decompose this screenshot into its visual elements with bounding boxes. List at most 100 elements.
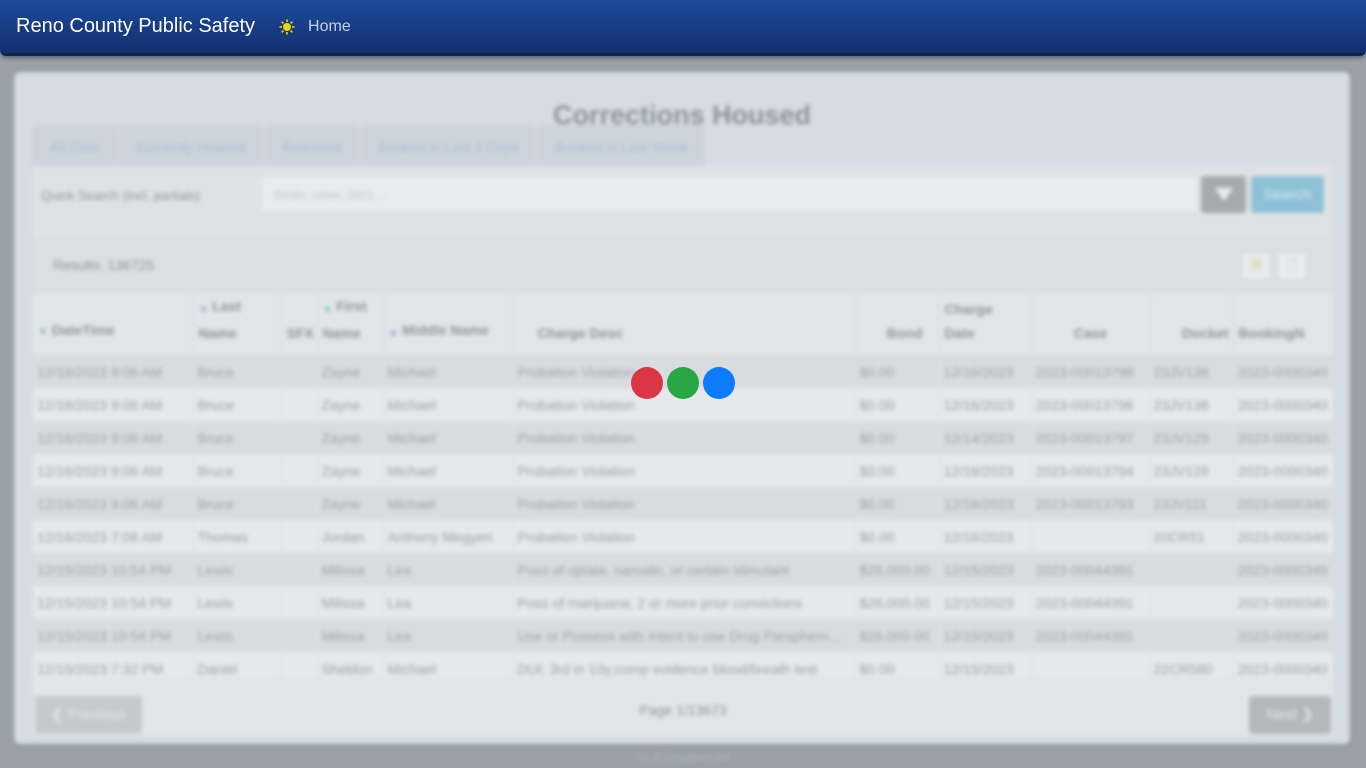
table-cell: Bruce	[193, 388, 282, 421]
table-cell: 12/16/2023	[939, 388, 1032, 421]
table-cell: Zayne	[317, 454, 384, 487]
col-header-first-name[interactable]: ▲ First Name	[317, 294, 384, 355]
table-cell: 23JV136	[1149, 388, 1234, 421]
table-cell: 12/15/2023	[939, 553, 1032, 586]
sort-asc-icon: ▲	[388, 327, 399, 338]
table-row[interactable]: 12/16/2023 7:08 AM Thomas Jordan Anthony Me…	[33, 520, 1333, 553]
table-cell	[281, 355, 318, 388]
table-row[interactable]: 12/15/2023 7:32 PM Daniel Sheldon Michael DU…	[33, 652, 1333, 678]
tab-booked-last-week[interactable]: Booked in Last Week	[538, 126, 705, 166]
table-cell: Lewis	[193, 553, 282, 586]
table-cell: 2023-00013797	[1031, 421, 1150, 454]
table-cell: Zayne	[317, 355, 384, 388]
table-cell: $0.00	[855, 421, 940, 454]
table-cell: Lewis	[193, 619, 282, 652]
tab-content: Quick Search (incl. partials) Smith, ssh…	[33, 166, 1333, 736]
table-row[interactable]: 12/16/2023 9:06 AM Bruce Zayne Michael Proba…	[33, 421, 1333, 454]
table-cell: 2023-0000340	[1233, 586, 1333, 619]
search-button[interactable]: Search	[1251, 176, 1324, 213]
chevron-right-icon: ❯	[1301, 706, 1314, 723]
sort-asc-icon: ▲	[198, 303, 209, 314]
table-cell: 12/16/2023 9:06 AM	[33, 421, 194, 454]
table-cell: 2023-00013793	[1031, 487, 1150, 520]
table-cell: 12/16/2023	[939, 355, 1032, 388]
col-header-datetime[interactable]: ▼ DateTime	[33, 294, 194, 355]
col-header-booking-number[interactable]: BookingN	[1233, 294, 1333, 355]
quick-search-row: Quick Search (incl. partials) Smith, ssh…	[33, 166, 1333, 238]
table-cell: Michael	[383, 355, 514, 388]
table-cell: $26,000.00	[855, 586, 940, 619]
table-cell: Sheldon	[317, 652, 384, 678]
table-cell: Michael	[383, 388, 514, 421]
col-header-sfx[interactable]: SFX	[281, 294, 318, 355]
table-cell: 2023-0000340	[1233, 553, 1333, 586]
col-header-charge-desc[interactable]: Charge Desc	[513, 294, 856, 355]
table-cell: Use or Possess with Intent to use Drug P…	[513, 619, 856, 652]
quick-search-label: Quick Search (incl. partials)	[41, 188, 200, 203]
table-cell: $0.00	[855, 520, 940, 553]
filter-button[interactable]	[1201, 176, 1246, 213]
loading-dot-blue	[703, 367, 735, 399]
table-row[interactable]: 12/15/2023 10:54 PM Lewis Milissa Lea Poss o…	[33, 553, 1333, 586]
page-footer: v1.0 ©support.ed	[637, 750, 729, 764]
table-cell: 12/15/2023	[939, 586, 1032, 619]
table-cell	[281, 388, 318, 421]
col-header-charge-date[interactable]: Charge Date	[939, 294, 1032, 355]
table-row[interactable]: 12/15/2023 10:54 PM Lewis Milissa Lea Poss o…	[33, 586, 1333, 619]
col-header-last-name[interactable]: ▲ Last Name	[193, 294, 282, 355]
table-row[interactable]: 12/16/2023 9:06 AM Bruce Zayne Michael Proba…	[33, 454, 1333, 487]
tab-released[interactable]: Released	[264, 126, 359, 166]
table-cell: $26,000.00	[855, 553, 940, 586]
table-cell	[281, 454, 318, 487]
nav-home-link[interactable]: Home	[279, 18, 351, 36]
table-cell	[1031, 520, 1150, 553]
table-cell: Zayne	[317, 388, 384, 421]
table-cell: $0.00	[855, 487, 940, 520]
table-cell: Jordan	[317, 520, 384, 553]
table-cell: 2023-00013798	[1031, 355, 1150, 388]
table-cell: 2023-0000340	[1233, 355, 1333, 388]
table-cell: Bruce	[193, 421, 282, 454]
table-body: 12/16/2023 9:06 AM Bruce Zayne Michael Proba…	[33, 355, 1333, 678]
table-cell: Lea	[383, 553, 514, 586]
table-cell: 12/15/2023 10:54 PM	[33, 553, 194, 586]
table-cell: 2023-0000340	[1233, 652, 1333, 678]
table-row[interactable]: 12/16/2023 9:06 AM Bruce Zayne Michael Proba…	[33, 487, 1333, 520]
table-cell: Thomas	[193, 520, 282, 553]
next-button[interactable]: Next ❯	[1249, 696, 1331, 734]
table-cell: 12/16/2023	[939, 454, 1032, 487]
table-header-row: ▼ DateTime ▲ Last Name SFX ▲ First Name …	[33, 294, 1333, 355]
col-header-bond[interactable]: Bond	[855, 294, 940, 355]
pagination-bar: ❮ Previous Page 1/13673 Next ❯	[33, 678, 1333, 736]
table-cell: Milissa	[317, 553, 384, 586]
col-header-case[interactable]: Case	[1031, 294, 1150, 355]
table-cell: $0.00	[855, 355, 940, 388]
tab-all-data[interactable]: All Data	[33, 126, 117, 166]
loading-dot-red	[631, 367, 663, 399]
col-header-docket[interactable]: Docket	[1149, 294, 1234, 355]
table-cell: 2023-00013794	[1031, 454, 1150, 487]
table-cell	[1149, 553, 1234, 586]
nav-home-label: Home	[308, 17, 351, 35]
page-indicator: Page 1/13673	[639, 702, 727, 718]
export-csv-button[interactable]: 🗋	[1277, 252, 1307, 280]
page-content: Corrections Housed All Data Currently Ho…	[0, 56, 1366, 768]
document-icon: 🗋	[1286, 258, 1298, 273]
table-cell: 20CR51	[1149, 520, 1234, 553]
results-table: ▼ DateTime ▲ Last Name SFX ▲ First Name …	[33, 294, 1333, 678]
table-cell: Bruce	[193, 487, 282, 520]
table-cell: 12/15/2023 7:32 PM	[33, 652, 194, 678]
table-cell: 12/16/2023	[939, 520, 1032, 553]
quick-search-input[interactable]: Smith, ssher, 2021 ...	[261, 176, 1199, 212]
tab-currently-housed[interactable]: Currently Housed	[119, 126, 262, 166]
col-header-middle-name[interactable]: ▲ Middle Name	[383, 294, 514, 355]
table-cell: 2023-00044391	[1031, 553, 1150, 586]
table-cell: Lea	[383, 619, 514, 652]
table-row[interactable]: 12/15/2023 10:54 PM Lewis Milissa Lea Use or…	[33, 619, 1333, 652]
table-cell: $0.00	[855, 454, 940, 487]
brand-title[interactable]: Reno County Public Safety	[16, 15, 255, 38]
table-cell: 2023-0000340	[1233, 487, 1333, 520]
results-count: Results: 136725	[53, 257, 155, 273]
export-pdf-button[interactable]: 🗎	[1241, 252, 1271, 280]
tab-booked-last-2-days[interactable]: Booked in Last 2 Days	[361, 126, 536, 166]
